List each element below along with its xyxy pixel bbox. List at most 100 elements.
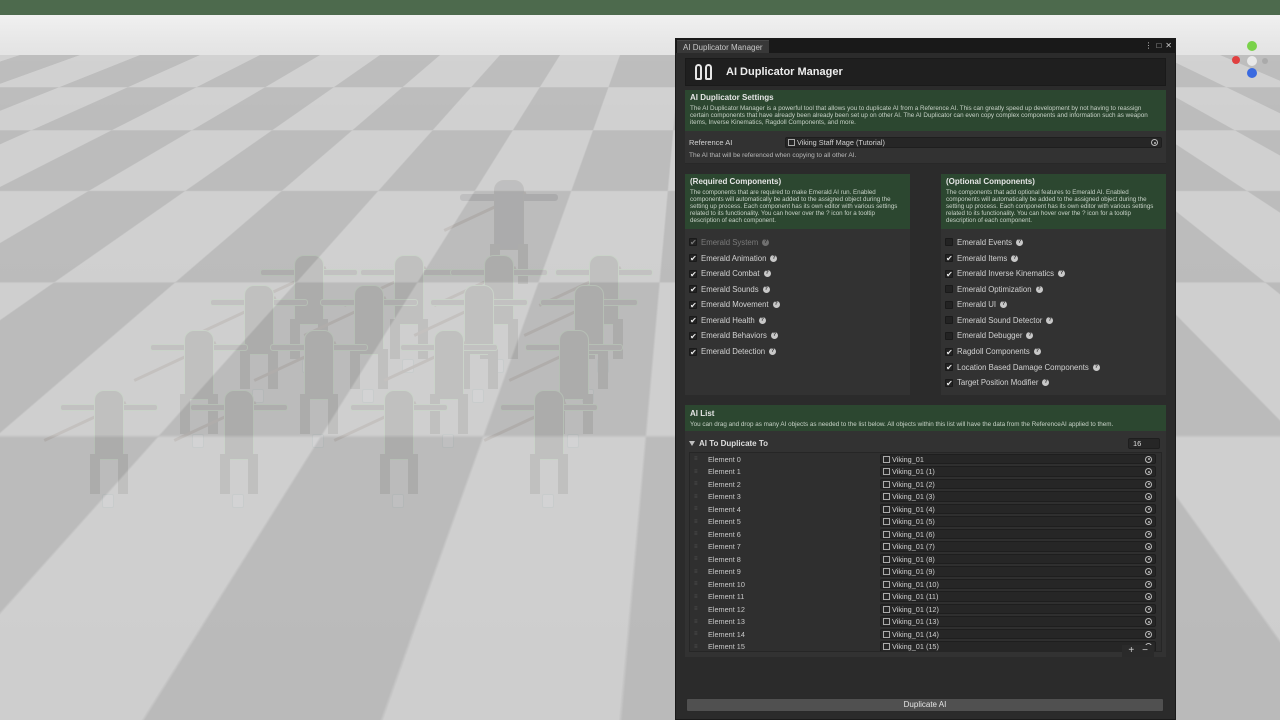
checkbox[interactable]: [945, 285, 953, 294]
element-object-field[interactable]: Viking_01: [880, 453, 1156, 465]
object-picker-icon[interactable]: [1145, 630, 1152, 638]
drag-handle-icon[interactable]: ≡: [694, 456, 704, 462]
optional-component-toggle[interactable]: Emerald Events?: [945, 235, 1162, 251]
required-component-toggle[interactable]: ✔ Emerald Behaviors?: [689, 328, 906, 344]
more-options-icon[interactable]: ⋮: [1144, 41, 1152, 50]
help-icon[interactable]: ?: [1026, 332, 1034, 340]
agent-gizmo-icon[interactable]: [312, 434, 324, 448]
required-component-toggle[interactable]: ✔ Emerald Sounds?: [689, 281, 906, 297]
drag-handle-icon[interactable]: ≡: [694, 494, 704, 500]
drag-handle-icon[interactable]: ≡: [694, 519, 704, 525]
checkbox[interactable]: ✔: [689, 347, 697, 356]
checkbox[interactable]: ✔: [689, 269, 697, 278]
object-picker-icon[interactable]: [1145, 618, 1152, 626]
duplicate-ai-button[interactable]: Duplicate AI: [686, 698, 1164, 712]
element-object-field[interactable]: Viking_01 (11): [880, 591, 1156, 602]
agent-gizmo-icon[interactable]: [442, 434, 454, 448]
drag-handle-icon[interactable]: ≡: [694, 506, 704, 512]
agent-gizmo-icon[interactable]: [362, 389, 374, 403]
element-object-field[interactable]: Viking_01 (3): [880, 491, 1156, 502]
object-picker-icon[interactable]: [1145, 530, 1152, 538]
drag-handle-icon[interactable]: ≡: [694, 606, 704, 612]
add-element-button[interactable]: +: [1128, 645, 1134, 657]
element-object-field[interactable]: Viking_01 (13): [880, 616, 1156, 627]
optional-component-toggle[interactable]: ✔ Target Position Modifier?: [945, 375, 1162, 391]
object-picker-icon[interactable]: [1145, 518, 1152, 526]
element-object-field[interactable]: Viking_01 (15): [880, 641, 1156, 651]
agent-gizmo-icon[interactable]: [567, 434, 579, 448]
drag-handle-icon[interactable]: ≡: [694, 644, 704, 650]
remove-element-button[interactable]: −: [1142, 645, 1148, 657]
optional-component-toggle[interactable]: ✔ Emerald Inverse Kinematics?: [945, 266, 1162, 282]
checkbox[interactable]: [945, 316, 953, 325]
drag-handle-icon[interactable]: ≡: [694, 569, 704, 575]
object-picker-icon[interactable]: [1145, 555, 1152, 563]
help-icon[interactable]: ?: [762, 238, 770, 246]
checkbox[interactable]: ✔: [945, 254, 953, 263]
x-axis-icon[interactable]: [1232, 56, 1240, 64]
z-axis-icon[interactable]: [1247, 68, 1257, 78]
optional-component-toggle[interactable]: Emerald Debugger?: [945, 328, 1162, 344]
agent-gizmo-icon[interactable]: [472, 389, 484, 403]
required-component-toggle[interactable]: ✔ Emerald Animation?: [689, 250, 906, 266]
ai-array-header[interactable]: AI To Duplicate To 16: [689, 437, 1162, 450]
element-object-field[interactable]: Viking_01 (1): [880, 466, 1156, 477]
element-object-field[interactable]: Viking_01 (14): [880, 628, 1156, 640]
element-object-field[interactable]: Viking_01 (4): [880, 503, 1156, 515]
checkbox[interactable]: ✔: [945, 269, 953, 278]
help-icon[interactable]: ?: [763, 270, 771, 278]
drag-handle-icon[interactable]: ≡: [694, 619, 704, 625]
maximize-icon[interactable]: □: [1156, 41, 1161, 50]
help-icon[interactable]: ?: [772, 301, 780, 309]
checkbox[interactable]: ✔: [945, 347, 953, 356]
optional-component-toggle[interactable]: Emerald UI?: [945, 297, 1162, 313]
element-object-field[interactable]: Viking_01 (9): [880, 566, 1156, 577]
agent-gizmo-icon[interactable]: [542, 494, 554, 508]
checkbox[interactable]: ✔: [689, 331, 697, 340]
checkbox[interactable]: ✔: [689, 285, 697, 294]
drag-handle-icon[interactable]: ≡: [694, 481, 704, 487]
agent-gizmo-icon[interactable]: [232, 494, 244, 508]
help-icon[interactable]: ?: [770, 254, 778, 262]
window-tab[interactable]: AI Duplicator Manager: [677, 40, 769, 53]
help-icon[interactable]: ?: [1016, 238, 1024, 246]
required-component-toggle[interactable]: ✔ Emerald Movement?: [689, 297, 906, 313]
object-picker-icon[interactable]: [1145, 468, 1152, 476]
optional-component-toggle[interactable]: Emerald Sound Detector?: [945, 313, 1162, 329]
optional-component-toggle[interactable]: ✔ Location Based Damage Components?: [945, 359, 1162, 375]
drag-handle-icon[interactable]: ≡: [694, 594, 704, 600]
optional-component-toggle[interactable]: ✔ Ragdoll Components?: [945, 344, 1162, 360]
element-object-field[interactable]: Viking_01 (8): [880, 553, 1156, 565]
drag-handle-icon[interactable]: ≡: [694, 631, 704, 637]
agent-gizmo-icon[interactable]: [192, 434, 204, 448]
help-icon[interactable]: ?: [769, 348, 777, 356]
object-picker-icon[interactable]: [1145, 493, 1152, 501]
y-axis-icon[interactable]: [1247, 41, 1257, 51]
object-picker-icon[interactable]: [1145, 605, 1152, 613]
array-size-field[interactable]: 16: [1128, 437, 1160, 449]
object-picker-icon[interactable]: [1145, 568, 1152, 576]
agent-gizmo-icon[interactable]: [102, 494, 114, 508]
drag-handle-icon[interactable]: ≡: [694, 469, 704, 475]
checkbox[interactable]: ✔: [689, 300, 697, 309]
help-icon[interactable]: ?: [1011, 254, 1019, 262]
element-object-field[interactable]: Viking_01 (5): [880, 516, 1156, 527]
neg-x-axis-icon[interactable]: [1262, 58, 1268, 64]
checkbox[interactable]: ✔: [945, 363, 953, 372]
required-component-toggle[interactable]: ✔ Emerald Detection?: [689, 344, 906, 360]
scene-orientation-gizmo[interactable]: [1232, 41, 1272, 81]
optional-component-toggle[interactable]: Emerald Optimization?: [945, 281, 1162, 297]
required-component-toggle[interactable]: ✔ Emerald Health?: [689, 313, 906, 329]
element-object-field[interactable]: Viking_01 (10): [880, 578, 1156, 590]
reference-ai-field[interactable]: Viking Staff Mage (Tutorial): [785, 137, 1162, 149]
element-object-field[interactable]: Viking_01 (7): [880, 541, 1156, 552]
drag-handle-icon[interactable]: ≡: [694, 556, 704, 562]
center-axis-icon[interactable]: [1247, 56, 1257, 66]
help-icon[interactable]: ?: [762, 285, 770, 293]
checkbox[interactable]: ✔: [945, 378, 953, 387]
agent-gizmo-icon[interactable]: [392, 494, 404, 508]
object-picker-icon[interactable]: [1145, 580, 1152, 588]
close-icon[interactable]: ✕: [1165, 41, 1172, 50]
object-picker-icon[interactable]: [1145, 593, 1152, 601]
required-component-toggle[interactable]: ✔ Emerald Combat?: [689, 266, 906, 282]
